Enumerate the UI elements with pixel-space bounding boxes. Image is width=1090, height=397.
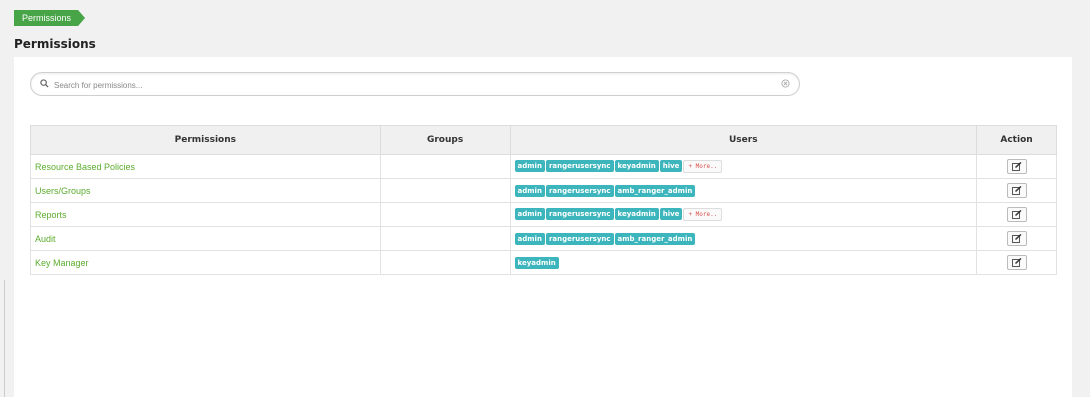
breadcrumb[interactable]: Permissions [14, 10, 85, 26]
edit-icon [1011, 162, 1022, 171]
edit-icon [1011, 210, 1022, 219]
clear-icon[interactable] [781, 79, 790, 88]
user-label: keyadmin [614, 208, 659, 220]
permission-cell: Resource Based Policies [30, 154, 381, 179]
user-label: hive [659, 208, 683, 220]
user-label: keyadmin [614, 160, 659, 172]
edit-button[interactable] [1006, 159, 1027, 174]
user-label: admin [514, 160, 545, 172]
search-box[interactable] [30, 72, 800, 96]
table-row: Resource Based Policies admin rangerusersy… [30, 154, 1057, 179]
user-label: amb_ranger_admin [614, 184, 696, 197]
action-cell [976, 202, 1057, 227]
permission-cell: Users/Groups [30, 178, 381, 203]
groups-cell [379, 202, 511, 227]
action-cell [976, 154, 1057, 179]
column-header-groups[interactable]: Groups [379, 125, 511, 155]
edit-button[interactable] [1006, 207, 1027, 222]
table-body: Resource Based Policies admin rangerusersy… [30, 154, 1057, 275]
permission-link[interactable]: Audit [35, 234, 56, 244]
user-label: rangerusersync [545, 232, 614, 245]
user-label: admin [514, 232, 545, 245]
more-users-button[interactable]: + More.. [683, 160, 723, 173]
permission-link[interactable]: Reports [35, 210, 67, 220]
user-label: hive [659, 160, 683, 172]
edit-icon [1011, 234, 1022, 243]
edit-icon [1011, 258, 1022, 267]
edit-button[interactable] [1006, 183, 1027, 198]
permissions-table: Permissions Groups Users Action Resource… [30, 125, 1057, 275]
permission-link[interactable]: Resource Based Policies [35, 162, 135, 172]
groups-cell [379, 226, 511, 251]
action-cell [976, 178, 1057, 203]
page-title: Permissions [14, 37, 96, 51]
permission-cell: Key Manager [30, 250, 381, 275]
user-label: rangerusersync [545, 184, 614, 197]
permission-cell: Reports [30, 202, 381, 227]
breadcrumb-item-permissions[interactable]: Permissions [22, 13, 71, 23]
table-row: Key Manager keyadmin [30, 250, 1057, 275]
user-label: rangerusersync [545, 160, 614, 172]
permission-link[interactable]: Users/Groups [35, 186, 91, 196]
users-cell: admin rangerusersync keyadmin hive + More.. [509, 154, 978, 179]
table-header-row: Permissions Groups Users Action [30, 125, 1057, 155]
groups-cell [379, 178, 511, 203]
action-cell [976, 250, 1057, 275]
user-label: amb_ranger_admin [614, 232, 696, 245]
edit-icon [1011, 186, 1022, 195]
edit-button[interactable] [1006, 255, 1027, 270]
users-cell: admin rangerusersync amb_ranger_admin [509, 178, 978, 203]
more-users-button[interactable]: + More.. [683, 208, 723, 221]
user-label: rangerusersync [545, 208, 614, 220]
permission-cell: Audit [30, 226, 381, 251]
groups-cell [379, 154, 511, 179]
action-cell [976, 226, 1057, 251]
column-header-action: Action [976, 125, 1057, 155]
search-input[interactable] [52, 76, 756, 94]
column-header-users[interactable]: Users [509, 125, 978, 155]
column-header-permissions[interactable]: Permissions [30, 125, 381, 155]
user-label: admin [514, 208, 545, 220]
table-row: Users/Groups admin rangerusersync amb_range… [30, 178, 1057, 203]
permission-link[interactable]: Key Manager [35, 258, 89, 268]
table-row: Reports admin rangerusersync keyadmin hive + … [30, 202, 1057, 227]
users-cell: admin rangerusersync keyadmin hive + More.. [509, 202, 978, 227]
groups-cell [379, 250, 511, 275]
divider [4, 280, 5, 397]
edit-button[interactable] [1006, 231, 1027, 246]
permissions-panel: Permissions Groups Users Action Resource… [14, 57, 1072, 397]
table-row: Audit admin rangerusersync amb_ranger_admin [30, 226, 1057, 251]
user-label: keyadmin [514, 256, 559, 269]
users-cell: keyadmin [509, 250, 978, 275]
search-icon [40, 79, 49, 88]
user-label: admin [514, 184, 545, 197]
users-cell: admin rangerusersync amb_ranger_admin [509, 226, 978, 251]
